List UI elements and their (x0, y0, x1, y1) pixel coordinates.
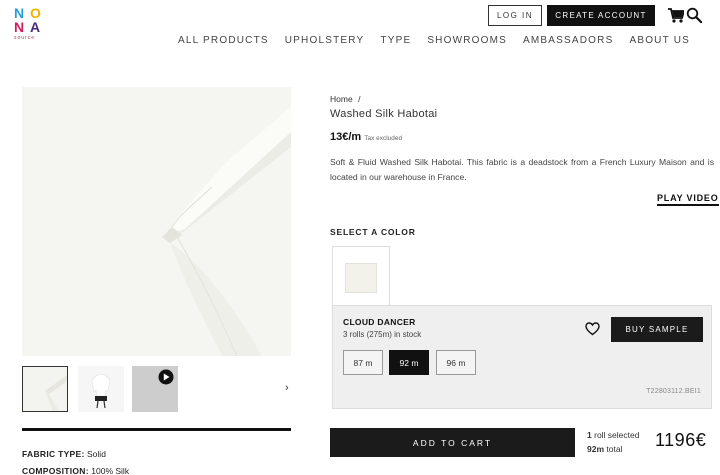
spec-label: FABRIC TYPE: (22, 449, 85, 459)
fabric-thumbnail-icon (23, 367, 67, 411)
rolls-count: 1 (587, 430, 592, 440)
product-description: Soft & Fluid Washed Silk Habotai. This f… (330, 157, 714, 182)
brand-logo[interactable]: N O N A source (14, 6, 46, 44)
breadcrumb-separator: / (358, 94, 361, 104)
meters-text: total (606, 444, 623, 454)
login-button[interactable]: LOG IN (488, 5, 542, 26)
spec-value: 100% Silk (91, 466, 130, 475)
spec-composition: COMPOSITION: 100% Silk (22, 466, 129, 475)
select-color-heading: SELECT A COLOR (330, 227, 416, 237)
add-to-cart-button[interactable]: ADD TO CART (330, 428, 575, 457)
logo-letter: O (30, 5, 41, 21)
create-account-button[interactable]: CREATE ACCOUNT (547, 5, 655, 26)
color-details-panel: CLOUD DANCER 3 rolls (275m) in stock BUY… (332, 305, 712, 409)
thumbnail-video[interactable] (132, 366, 178, 412)
play-icon (132, 366, 178, 412)
nav-showrooms[interactable]: SHOWROOMS (427, 34, 507, 48)
length-option-87[interactable]: 87 m (343, 350, 383, 375)
breadcrumb-home[interactable]: Home (330, 94, 353, 104)
logo-subtitle: source (14, 35, 36, 41)
spec-fabric-type: FABRIC TYPE: Solid (22, 449, 106, 459)
rolls-text: roll selected (594, 430, 640, 440)
total-price: 1196€ (655, 430, 707, 450)
garment-thumbnail-icon (78, 366, 124, 412)
product-title: Washed Silk Habotai (330, 108, 438, 120)
meters-value: 92m (587, 444, 605, 454)
nav-ambassadors[interactable]: AMBASSADORS (523, 34, 613, 48)
meters-total: 92m total (587, 444, 622, 454)
thumbnail-fabric[interactable] (22, 366, 68, 412)
breadcrumb: Home / (330, 94, 360, 104)
nav-upholstery[interactable]: UPHOLSTERY (285, 34, 365, 48)
spec-value: Solid (87, 449, 106, 459)
color-name: CLOUD DANCER (343, 317, 416, 327)
tax-note: Tax excluded (364, 135, 403, 142)
play-video-link[interactable]: PLAY VIDEO (657, 193, 719, 206)
stock-info: 3 rolls (275m) in stock (343, 330, 422, 339)
product-main-image[interactable] (22, 87, 291, 356)
thumbnail-garment[interactable] (78, 366, 124, 412)
logo-letter: A (30, 19, 40, 35)
spec-label: COMPOSITION: (22, 466, 89, 475)
length-option-96[interactable]: 96 m (436, 350, 476, 375)
buy-sample-button[interactable]: BUY SAMPLE (611, 317, 703, 342)
price-value: 13€/m (330, 131, 362, 143)
logo-letter: N (14, 19, 24, 35)
heart-icon[interactable] (585, 322, 600, 336)
search-icon[interactable] (686, 7, 702, 23)
nav-about-us[interactable]: ABOUT US (629, 34, 690, 48)
gallery-next-arrow[interactable]: › (285, 382, 289, 394)
color-swatch[interactable] (345, 263, 377, 293)
nav-type[interactable]: TYPE (380, 34, 411, 48)
cart-icon[interactable] (668, 8, 684, 23)
rolls-selected: 1 roll selected (587, 430, 639, 440)
main-nav: ALL PRODUCTS UPHOLSTERY TYPE SHOWROOMS A… (162, 34, 690, 48)
nav-all-products[interactable]: ALL PRODUCTS (178, 34, 269, 48)
logo-letter: N (14, 5, 24, 21)
color-swatch-tab[interactable] (332, 246, 390, 306)
product-reference: T22803112.BEI1 (646, 388, 701, 395)
fabric-fold-illustration (22, 87, 291, 356)
gallery-progress-bar (22, 428, 291, 431)
length-option-92[interactable]: 92 m (389, 350, 429, 375)
product-price: 13€/m Tax excluded (330, 131, 402, 143)
